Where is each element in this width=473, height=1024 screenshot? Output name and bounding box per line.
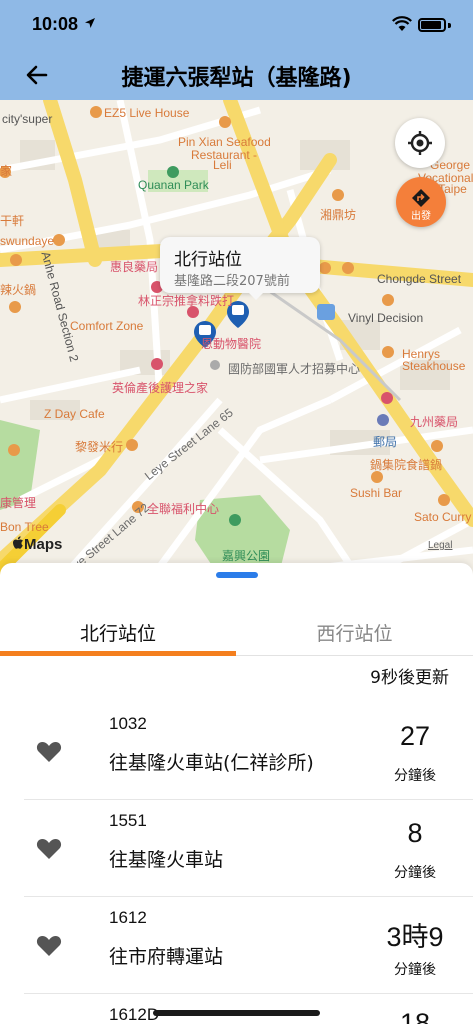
sheet-drag-handle[interactable]: [216, 572, 258, 578]
map-label-jia: 家: [0, 164, 13, 178]
map-label-lifa: 黎發米行: [75, 440, 124, 454]
callout-title: 北行站位: [174, 250, 242, 270]
map-label-leli: Leli: [213, 158, 232, 172]
update-countdown: 9秒後更新: [370, 668, 449, 688]
route-destination: 往市府轉運站: [109, 946, 224, 968]
map-view[interactable]: city'super EZ5 Live House Pin Xian Seafo…: [0, 100, 473, 580]
eta-value: 8: [407, 818, 423, 848]
eta-unit: 分鐘後: [394, 768, 436, 784]
route-number: 1612D: [109, 1005, 160, 1024]
map-label-zday-cafe: Z Day Cafe: [44, 407, 105, 421]
eta-unit: 分鐘後: [394, 962, 436, 978]
maps-brand-text: Maps: [24, 536, 63, 553]
wifi-icon: [392, 16, 412, 31]
map-label-bon-tree: Bon Tree: [0, 520, 49, 534]
map-label-sushi-bar: Sushi Bar: [350, 486, 403, 500]
map-label-quanlian: 全聯福利中心: [147, 502, 220, 516]
eta-unit: 分鐘後: [394, 865, 436, 881]
tab-bar-divider: [236, 655, 473, 656]
arrival-row[interactable]: 1612D 18: [0, 994, 473, 1024]
callout-address: 基隆路二段207號前: [174, 274, 290, 289]
locate-me-button[interactable]: [395, 118, 445, 168]
heart-icon[interactable]: [36, 739, 62, 763]
active-tab-indicator: [0, 651, 236, 656]
map-label-swundaye: swundaye: [0, 234, 55, 248]
map-label-gan: 干軒: [0, 214, 25, 228]
tab-north-platform[interactable]: 北行站位: [0, 619, 236, 646]
map-label-spicy-hotpot: 辣火鍋: [0, 283, 37, 297]
battery-icon: [418, 18, 446, 32]
map-label-guoji: 鍋集院食譜鍋: [370, 458, 443, 472]
route-number: 1551: [109, 811, 147, 830]
location-arrow-icon: [85, 18, 95, 28]
map-label-guofang: 國防部國軍人才招募中心: [228, 362, 361, 376]
map-label-yingjian: 英倫產後護理之家: [112, 381, 209, 395]
callout-pointer: [246, 290, 266, 300]
map-label-comfort-zone: Comfort Zone: [70, 319, 144, 333]
map-label-lin: 林正宗推拿料跌打: [138, 294, 235, 308]
map-label-pin-xian: Pin Xian Seafood: [178, 135, 271, 149]
navigation-header: 10:08 捷運六張犁站（基隆路): [0, 0, 473, 100]
home-indicator[interactable]: [153, 1010, 320, 1016]
map-label-steakhouse: Steakhouse: [402, 359, 466, 373]
battery-tip: [448, 23, 451, 28]
directions-label: 出發: [411, 211, 431, 222]
directions-button[interactable]: 出發: [396, 177, 446, 227]
status-time: 10:08: [32, 14, 79, 34]
heart-icon[interactable]: [36, 933, 62, 957]
route-destination: 往基隆火車站: [109, 849, 224, 871]
map-label-xiangdingfang: 湘鼎坊: [320, 208, 357, 222]
legal-link[interactable]: Legal: [428, 540, 452, 551]
route-number: 1612: [109, 908, 147, 927]
status-bar: 10:08: [0, 12, 473, 40]
map-label-jiuzhou: 九州藥局: [410, 415, 459, 429]
arrival-row[interactable]: 1032 往基隆火車站(仁祥診所) 27 分鐘後: [0, 703, 473, 800]
map-label-post-office: 郵局: [373, 435, 398, 449]
page-title: 捷運六張犁站（基隆路): [121, 66, 352, 91]
apple-icon: [13, 536, 23, 549]
map-label-endong: 恩動物醫院: [201, 337, 262, 351]
map-label-chongde-street: Chongde Street: [377, 272, 462, 286]
map-label-kang: 康管理: [0, 496, 37, 510]
eta-value: 18: [399, 1008, 431, 1024]
crosshair-icon: [408, 131, 432, 155]
tab-west-platform[interactable]: 西行站位: [236, 619, 473, 646]
stop-callout[interactable]: 北行站位 基隆路二段207號前: [160, 237, 320, 293]
route-number: 1032: [109, 714, 147, 733]
map-label-quanan-park: Quanan Park: [138, 178, 209, 192]
map-label-ez5: EZ5 Live House: [104, 106, 190, 120]
map-label-sato-curry: Sato Curry: [414, 510, 472, 524]
arrival-row[interactable]: 1612 往市府轉運站 3時9 分鐘後: [0, 897, 473, 994]
heart-icon[interactable]: [36, 836, 62, 860]
apple-maps-logo: Maps: [12, 536, 62, 553]
eta-value: 3時9: [386, 922, 444, 952]
arrival-row[interactable]: 1551 往基隆火車站 8 分鐘後: [0, 800, 473, 897]
eta-value: 27: [399, 721, 431, 751]
map-label-huiliang: 惠良藥局: [110, 260, 159, 274]
route-destination: 往基隆火車站(仁祥診所): [109, 752, 314, 774]
map-label-vinyl-decision: Vinyl Decision: [348, 311, 424, 325]
map-label-city-super: city'super: [2, 112, 53, 126]
map-label-jiaxing-park: 嘉興公園: [222, 549, 271, 563]
